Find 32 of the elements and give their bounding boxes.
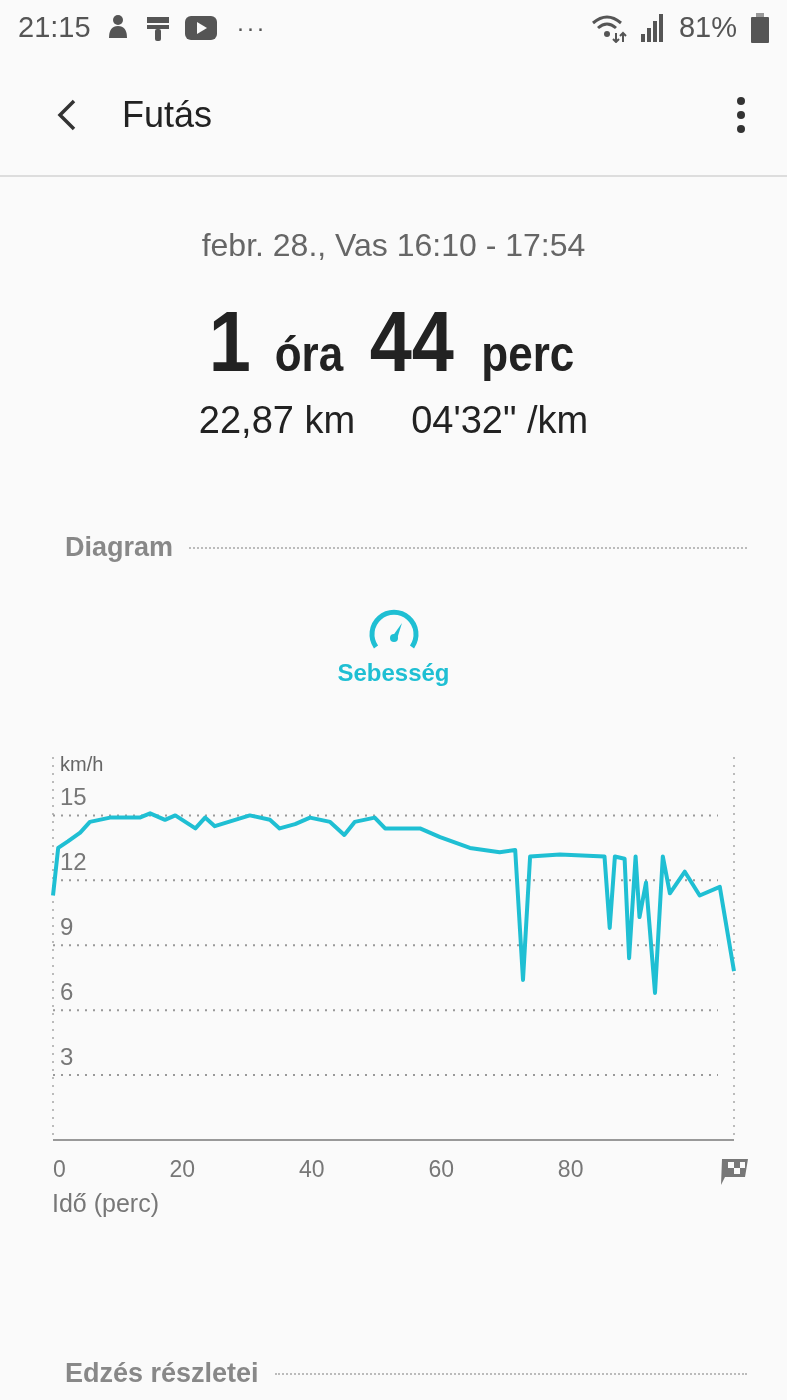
y-tick-label: 15 bbox=[60, 783, 87, 811]
y-axis-unit: km/h bbox=[60, 753, 104, 775]
duration-unit: perc bbox=[481, 325, 575, 383]
x-axis-label: Idő (perc) bbox=[52, 1189, 159, 1218]
screen-title: Futás bbox=[122, 94, 214, 136]
y-tick-label: 6 bbox=[60, 978, 74, 1006]
y-tick-label: 3 bbox=[60, 1043, 74, 1071]
signal-icon bbox=[640, 13, 665, 42]
workout-stat: 22,87 km bbox=[198, 399, 356, 442]
y-tick-label: 12 bbox=[60, 848, 87, 876]
battery-level: 81% bbox=[678, 11, 737, 44]
duration-value: 44 bbox=[369, 292, 454, 391]
workout-date: febr. 28., Vas 16:10 - 17:54 bbox=[200, 227, 587, 264]
battery-icon bbox=[751, 12, 769, 43]
duration-value: 1 bbox=[208, 292, 251, 391]
status-time: 21:15 bbox=[18, 11, 91, 44]
duration-unit: óra bbox=[274, 325, 343, 383]
section-heading: Diagram bbox=[65, 532, 174, 563]
x-tick-label: 80 bbox=[557, 1156, 584, 1182]
more-notifications: ··· bbox=[236, 13, 267, 42]
y-tick-label: 9 bbox=[60, 913, 74, 941]
video-play-icon bbox=[184, 15, 217, 40]
workout-stat: 04'32" /km bbox=[411, 399, 589, 442]
x-tick-label: 20 bbox=[169, 1156, 196, 1182]
section-heading: Edzés részletei bbox=[65, 1358, 259, 1389]
metric-label[interactable]: Sebesség bbox=[337, 659, 450, 687]
wifi-icon bbox=[590, 12, 627, 43]
more-options-icon[interactable] bbox=[735, 95, 747, 135]
x-tick-label: 40 bbox=[298, 1156, 325, 1182]
x-tick-label: 0 bbox=[53, 1156, 66, 1182]
finish-flag-icon bbox=[721, 1159, 748, 1185]
x-tick-label: 60 bbox=[428, 1156, 454, 1182]
